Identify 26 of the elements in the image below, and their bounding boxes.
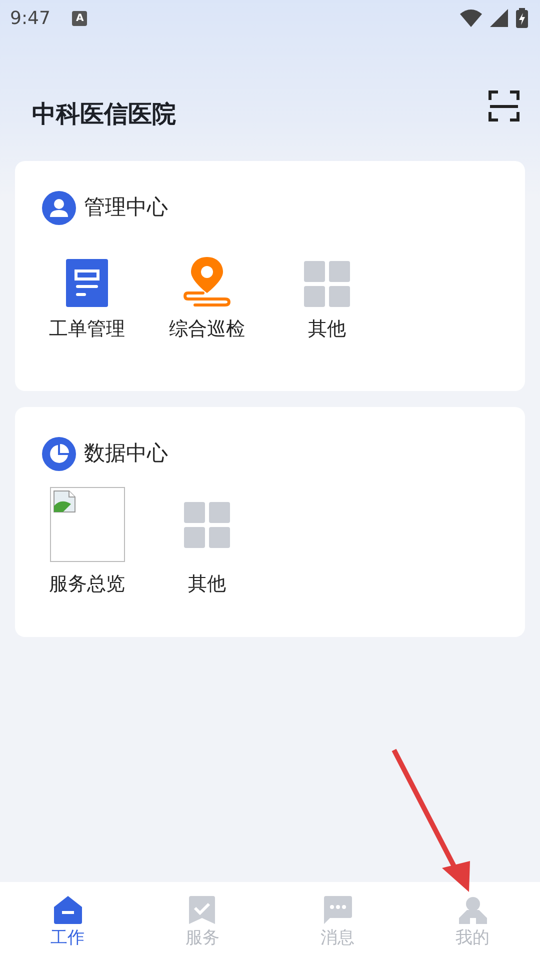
shortcut-item[interactable]: 其他 bbox=[147, 487, 267, 598]
shortcut-item[interactable]: 综合巡检 bbox=[147, 255, 267, 344]
section-title: 管理中心 bbox=[84, 194, 168, 222]
app-title: 中科医信医院 bbox=[32, 99, 176, 130]
shortcut-item[interactable]: 其他 bbox=[267, 255, 387, 344]
shortcut-item[interactable]: 工单管理 bbox=[27, 255, 147, 344]
person-icon bbox=[42, 191, 76, 225]
status-time: 9:47 bbox=[10, 6, 50, 30]
section-title: 数据中心 bbox=[84, 440, 168, 468]
shortcut-item[interactable]: 服务总览 bbox=[27, 487, 147, 598]
document-icon bbox=[66, 259, 108, 307]
wifi-icon bbox=[460, 9, 482, 27]
grid-icon bbox=[184, 502, 230, 548]
home-icon bbox=[54, 896, 82, 924]
broken-image-icon bbox=[50, 487, 124, 562]
user-icon bbox=[458, 896, 486, 924]
nav-tab[interactable]: 工作 bbox=[0, 882, 135, 960]
bookmark-check-icon bbox=[188, 896, 216, 924]
battery-icon bbox=[516, 8, 528, 28]
location-pin-icon bbox=[183, 255, 231, 307]
grid-icon bbox=[304, 261, 350, 307]
pie-chart-icon bbox=[42, 437, 76, 471]
notification-icon: A bbox=[72, 10, 88, 26]
signal-icon bbox=[490, 9, 508, 27]
chat-icon bbox=[324, 896, 352, 924]
scan-icon[interactable] bbox=[488, 90, 520, 122]
